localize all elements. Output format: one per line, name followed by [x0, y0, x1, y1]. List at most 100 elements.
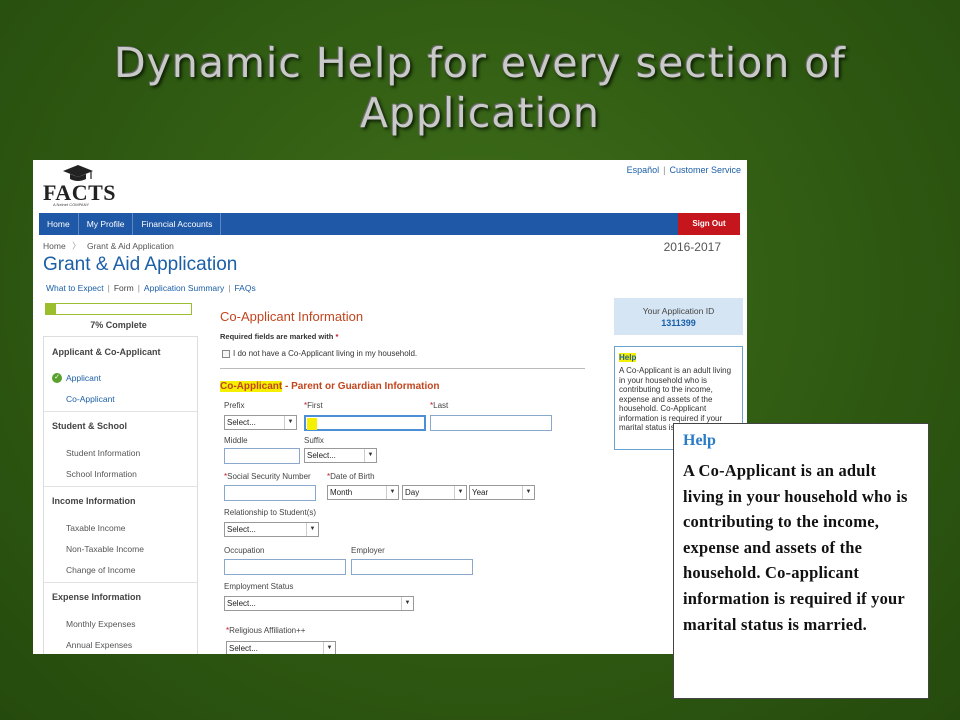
dob-year-select[interactable]: Year ▼	[469, 485, 535, 500]
relationship-label: Relationship to Student(s)	[224, 508, 317, 517]
sidebar-heading-expense[interactable]: Expense Information	[52, 592, 141, 602]
application-id-value: 1311399	[661, 318, 696, 328]
form-divider	[220, 368, 585, 369]
section-title: Co-Applicant Information	[220, 309, 364, 324]
customer-service-link[interactable]: Customer Service	[669, 165, 741, 175]
sidebar-item-non-taxable-income[interactable]: Non-Taxable Income	[66, 544, 144, 554]
caret-down-icon: ▼	[364, 449, 376, 462]
religious-affiliation-select[interactable]: Select... ▼	[226, 641, 336, 654]
dob-month-select[interactable]: Month ▼	[327, 485, 399, 500]
no-coapplicant-checkbox[interactable]	[222, 349, 230, 358]
subnav-faqs[interactable]: FAQs	[234, 283, 255, 293]
subnav-what-to-expect[interactable]: What to Expect	[46, 283, 104, 293]
help-callout-title: Help	[683, 432, 716, 449]
suffix-select-value: Select...	[307, 451, 336, 460]
sign-out-button[interactable]: Sign Out	[678, 213, 740, 235]
first-name-label: *First	[304, 401, 323, 410]
help-panel-title: Help	[619, 353, 742, 362]
caret-down-icon: ▼	[386, 486, 398, 499]
suffix-label: Suffix	[304, 436, 324, 445]
slide-title-line1: Dynamic Help for every section of	[114, 39, 846, 87]
breadcrumb-current: Grant & Aid Application	[86, 241, 174, 251]
main-nav: Home My Profile Financial Accounts Sign …	[39, 213, 740, 235]
first-name-input[interactable]	[304, 415, 426, 431]
dob-day-select[interactable]: Day ▼	[402, 485, 467, 500]
application-screenshot: FACTS A Nelnet COMPANY Español | Customer …	[33, 160, 747, 654]
sidebar-item-annual-expenses[interactable]: Annual Expenses	[66, 640, 132, 650]
progress-bar	[45, 303, 192, 315]
caret-down-icon: ▼	[401, 597, 413, 610]
caret-down-icon: ▼	[284, 416, 296, 429]
dob-year-value: Year	[472, 488, 489, 497]
sidebar-item-monthly-expenses[interactable]: Monthly Expenses	[66, 619, 135, 629]
sidebar-heading-income[interactable]: Income Information	[52, 496, 136, 506]
subnav-separator: |	[228, 283, 231, 293]
link-separator: |	[663, 165, 666, 175]
middle-name-input[interactable]	[224, 448, 300, 464]
dob-label: *Date of Birth	[327, 472, 375, 481]
dob-label-text: Date of Birth	[330, 472, 375, 481]
sidebar-heading-applicant[interactable]: Applicant & Co-Applicant	[52, 347, 161, 357]
application-id-panel: Your Application ID 1311399	[614, 298, 743, 335]
sidebar-divider	[44, 582, 197, 583]
help-callout-body: A Co-Applicant is an adult living in you…	[683, 461, 908, 634]
occupation-input[interactable]	[224, 559, 346, 575]
subnav-application-summary[interactable]: Application Summary	[144, 283, 224, 293]
sidebar-item-co-applicant[interactable]: Co-Applicant	[66, 394, 115, 404]
facts-logo[interactable]: FACTS A Nelnet COMPANY	[43, 164, 133, 208]
progress-fill	[46, 304, 57, 314]
dob-day-value: Day	[405, 488, 420, 497]
breadcrumb-home[interactable]: Home	[43, 241, 66, 251]
espanol-link[interactable]: Español	[627, 165, 660, 175]
employer-label: Employer	[351, 546, 385, 555]
employment-status-select[interactable]: Select... ▼	[224, 596, 414, 611]
last-name-input[interactable]	[430, 415, 552, 431]
no-coapplicant-option[interactable]: I do not have a Co-Applicant living in m…	[222, 349, 417, 358]
ssn-label: *Social Security Number	[224, 472, 311, 481]
prefix-select-value: Select...	[227, 418, 256, 427]
subsection-highlight: Co-Applicant	[220, 381, 283, 392]
nav-my-profile[interactable]: My Profile	[79, 213, 134, 235]
required-star: *	[335, 332, 339, 341]
employment-status-value: Select...	[227, 599, 256, 608]
caret-down-icon: ▼	[454, 486, 466, 499]
breadcrumb: Home 〉 Grant & Aid Application	[43, 240, 174, 252]
check-icon: ✓	[52, 373, 62, 383]
first-name-label-text: First	[307, 401, 323, 410]
page-title: Grant & Aid Application	[43, 254, 238, 275]
relationship-select[interactable]: Select... ▼	[224, 522, 319, 537]
religious-affiliation-value: Select...	[229, 644, 258, 653]
middle-name-label: Middle	[224, 436, 248, 445]
required-note: Required fields are marked with *	[220, 332, 338, 341]
chevron-right-icon: 〉	[72, 241, 81, 251]
help-callout: Help A Co-Applicant is an adult living i…	[673, 423, 929, 699]
sub-nav: What to Expect | Form | Application Summary |…	[46, 283, 256, 293]
subnav-form[interactable]: Form	[114, 283, 134, 293]
last-name-label-text: Last	[433, 401, 449, 410]
subnav-separator: |	[107, 283, 110, 293]
caret-down-icon: ▼	[323, 642, 335, 654]
ssn-label-text: Social Security Number	[227, 472, 311, 481]
sidebar-item-student-information[interactable]: Student Information	[66, 448, 140, 458]
nav-home[interactable]: Home	[39, 213, 79, 235]
nav-financial-accounts[interactable]: Financial Accounts	[133, 213, 222, 235]
sidebar-heading-student-school[interactable]: Student & School	[52, 421, 127, 431]
suffix-select[interactable]: Select... ▼	[304, 448, 377, 463]
religious-affiliation-label: *Religious Affiliation++	[226, 626, 305, 635]
occupation-label: Occupation	[224, 546, 265, 555]
ssn-input[interactable]	[224, 485, 316, 501]
last-name-label: *Last	[430, 401, 448, 410]
slide-title: Dynamic Help for every section of Applic…	[0, 38, 960, 138]
caret-down-icon: ▼	[522, 486, 534, 499]
sidebar-item-taxable-income[interactable]: Taxable Income	[66, 523, 126, 533]
prefix-select[interactable]: Select... ▼	[224, 415, 297, 430]
caret-down-icon: ▼	[306, 523, 318, 536]
subsection-title: Co-Applicant - Parent or Guardian Inform…	[220, 381, 439, 392]
slide-title-line2: Application	[359, 89, 601, 137]
sidebar-item-school-information[interactable]: School Information	[66, 469, 137, 479]
dob-month-value: Month	[330, 488, 353, 497]
prefix-label: Prefix	[224, 401, 245, 410]
employer-input[interactable]	[351, 559, 473, 575]
sidebar-item-change-of-income[interactable]: Change of Income	[66, 565, 135, 575]
sidebar-item-applicant[interactable]: Applicant	[66, 373, 101, 383]
